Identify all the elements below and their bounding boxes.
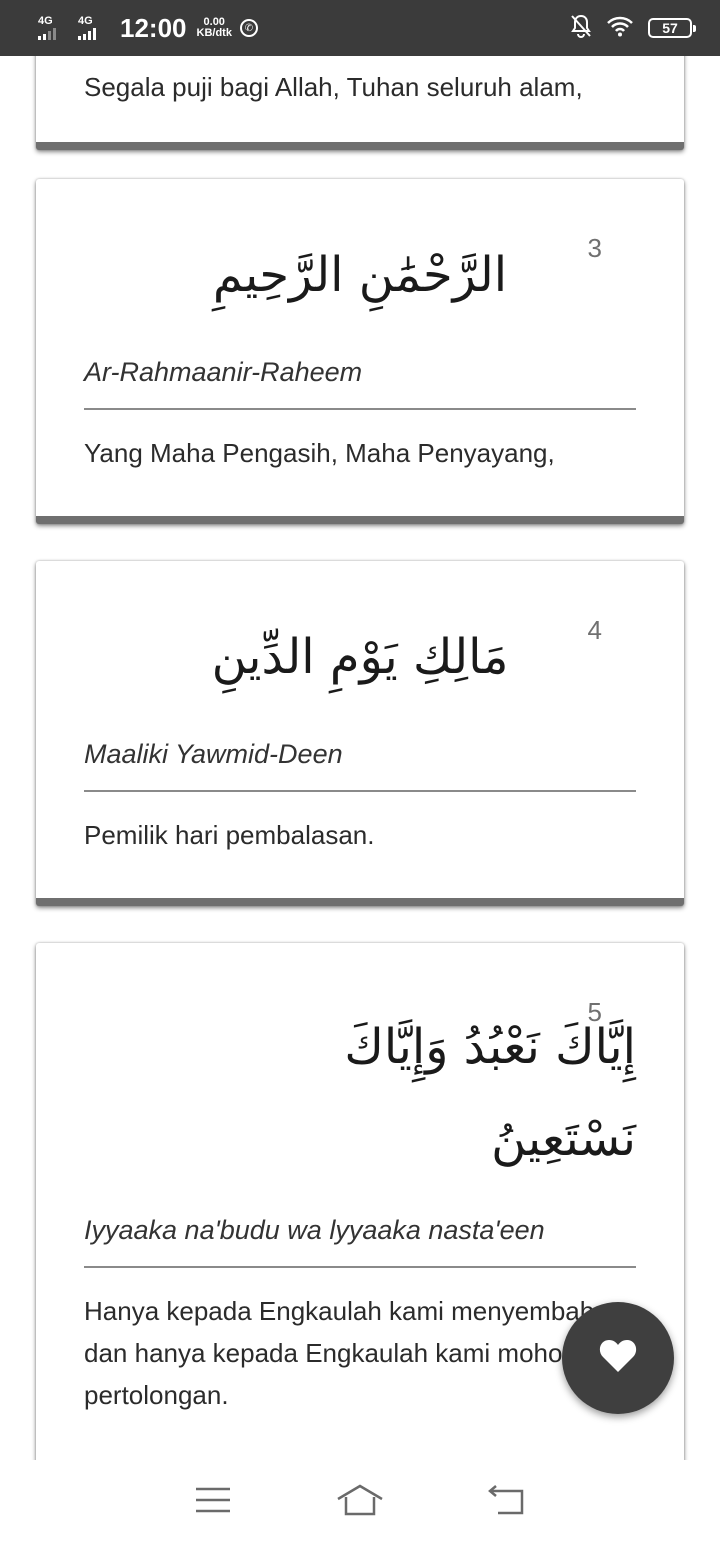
system-nav-bar [0, 1460, 720, 1544]
verse-translation: Yang Maha Pengasih, Maha Penyayang, [84, 438, 555, 468]
verse-arabic: إِيَّاكَ نَعْبُدُ وَإِيَّاكَ نَسْتَعِينُ [84, 943, 636, 1185]
verse-translation: Segala puji bagi Allah, Tuhan seluruh al… [84, 72, 583, 102]
home-button[interactable] [330, 1477, 390, 1527]
battery-icon: 57 [648, 18, 696, 38]
network-label-1: 4G [38, 15, 53, 27]
mute-bell-icon [570, 14, 592, 43]
verse-translation-line: pertolongan. [84, 1380, 229, 1410]
back-icon [487, 1484, 526, 1520]
verse-translation: Hanya kepada Engkaulah kami menyembah da… [84, 1290, 636, 1416]
clock: 12:00 [120, 12, 187, 43]
menu-button[interactable] [183, 1477, 243, 1527]
verse-transliteration: Maaliki Yawmid-Deen [84, 739, 636, 792]
heart-icon [598, 1338, 638, 1379]
signal-bars-icon [78, 28, 96, 40]
signal-1: 4G [38, 16, 70, 40]
verse-number: 4 [587, 615, 602, 645]
verse-transliteration: Ar-Rahmaanir-Raheem [84, 357, 636, 410]
verse-translation-line: Hanya kepada Engkaulah kami menyembah [84, 1296, 595, 1326]
verse-list[interactable]: Segala puji bagi Allah, Tuhan seluruh al… [0, 56, 720, 1460]
verse-arabic: مَالِكِ يَوْمِ الدِّينِ [211, 629, 509, 685]
verse-number: 3 [587, 233, 602, 263]
verse-card-2[interactable]: Segala puji bagi Allah, Tuhan seluruh al… [36, 56, 684, 150]
network-speed: 0.00 KB/dtk [197, 17, 232, 39]
signal-2: 4G [78, 16, 110, 40]
verse-card-4[interactable]: 4 مَالِكِ يَوْمِ الدِّينِ Maaliki Yawmid… [36, 561, 684, 906]
signal-bars-icon [38, 28, 56, 40]
speed-unit: KB/dtk [196, 27, 232, 39]
favorite-button[interactable] [562, 1302, 674, 1414]
verse-arabic-line-2: نَسْتَعِينُ [491, 1111, 636, 1167]
verse-translation: Pemilik hari pembalasan. [84, 820, 375, 850]
home-icon [336, 1483, 384, 1522]
verse-arabic: الرَّحْمَٰنِ الرَّحِيمِ [212, 247, 508, 303]
battery-level: 57 [662, 20, 678, 36]
whatsapp-icon: ✆ [239, 19, 258, 37]
menu-icon [195, 1486, 231, 1519]
status-bar: 4G 4G 12:00 0.00 KB/dtk ✆ 57 [0, 0, 720, 56]
network-label-2: 4G [78, 15, 93, 27]
verse-translation-line: dan hanya kepada Engkaulah kami mohon [84, 1338, 577, 1368]
wifi-icon [606, 15, 634, 42]
verse-card-3[interactable]: 3 الرَّحْمَٰنِ الرَّحِيمِ Ar-Rahmaanir-R… [36, 179, 684, 524]
verse-transliteration: Iyyaaka na'budu wa lyyaaka nasta'een [84, 1215, 636, 1268]
back-button[interactable] [477, 1477, 537, 1527]
verse-number: 5 [587, 997, 602, 1027]
